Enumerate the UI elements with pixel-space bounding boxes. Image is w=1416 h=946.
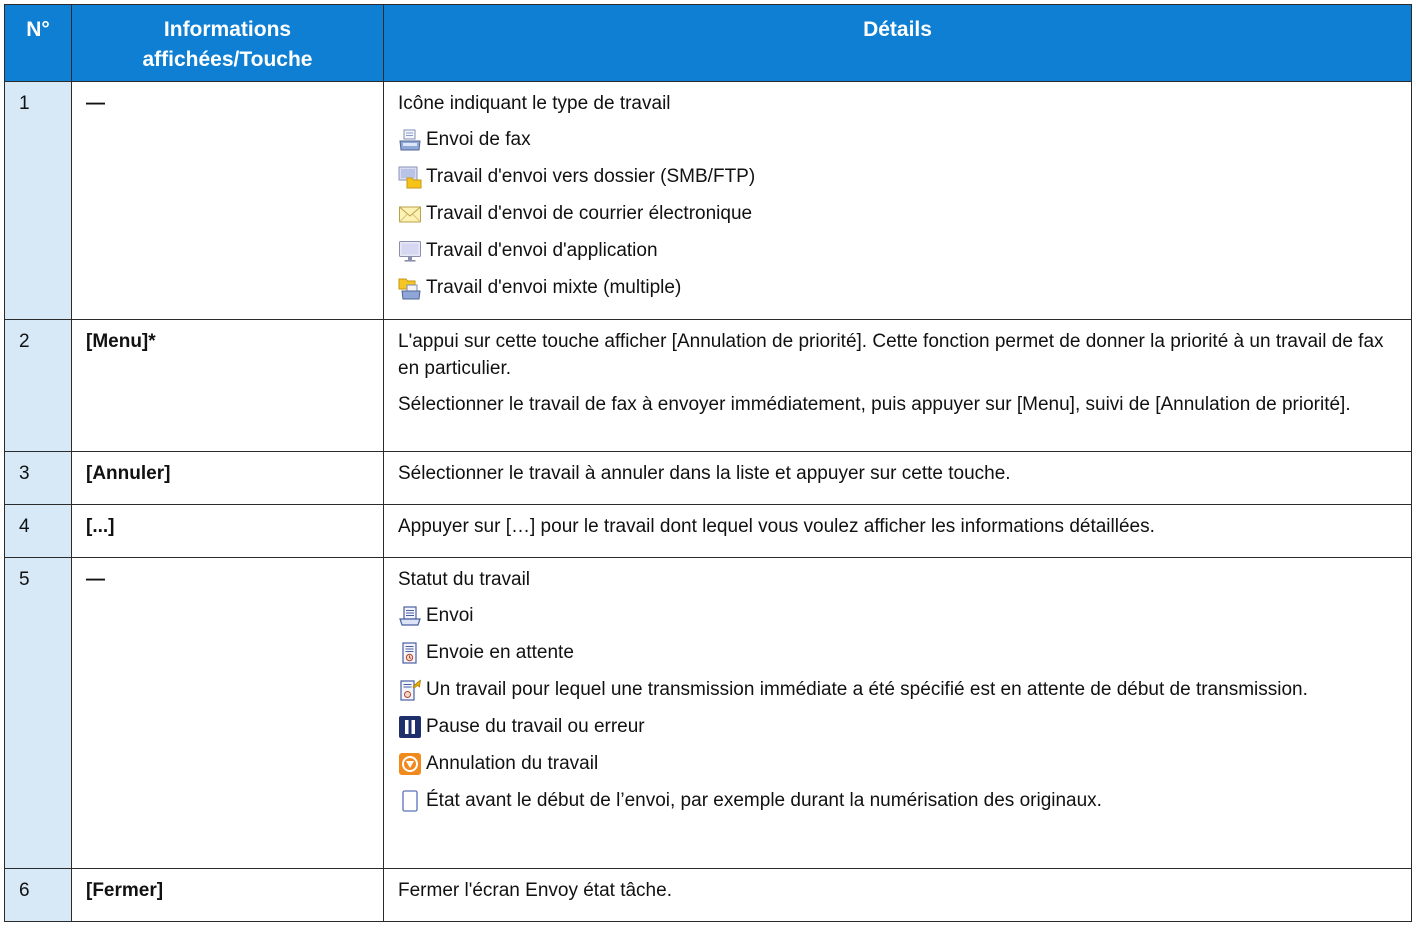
icon-legend-item: Travail d'envoi mixte (multiple) [398, 274, 1401, 301]
row-key: [Annuler] [71, 451, 384, 505]
icon-legend-item: Envoi de fax [398, 126, 1401, 153]
row-key: — [71, 81, 384, 320]
row-details: L'appui sur cette touche afficher [Annul… [383, 319, 1412, 452]
detail-text: L'appui sur cette touche afficher [Annul… [398, 331, 1384, 379]
icon-legend-label: Envoi de fax [426, 129, 531, 150]
application-monitor-icon [398, 239, 422, 263]
row-number: 3 [4, 451, 72, 505]
header-details: Détails [383, 4, 1412, 82]
icon-legend-label: Travail d'envoi d'application [426, 240, 658, 261]
icon-legend-item: Travail d'envoi d'application [398, 237, 1401, 264]
row-key: [...] [71, 504, 384, 558]
table-row: 2 [Menu]* L'appui sur cette touche affic… [4, 319, 1412, 452]
icon-legend-item: Annulation du travail [398, 750, 1401, 777]
row-number: 4 [4, 504, 72, 558]
detail-text: Icône indiquant le type de travail [398, 93, 671, 114]
detail-text: Sélectionner le travail à annuler dans l… [398, 463, 1011, 484]
table-row: 1 — Icône indiquant le type de travail En… [4, 81, 1412, 320]
fax-job-icon [398, 128, 422, 152]
table-row: 4 [...] Appuyer sur […] pour le travail … [4, 504, 1412, 558]
job-status-table: N° Informations affichées/Touche Détails… [4, 4, 1412, 922]
folder-send-icon [398, 165, 422, 189]
waiting-document-icon [398, 641, 422, 665]
detail-text: Appuyer sur […] pour le travail dont leq… [398, 516, 1155, 537]
row-key: [Fermer] [71, 868, 384, 922]
icon-legend-item: Travail d'envoi vers dossier (SMB/FTP) [398, 163, 1401, 190]
detail-text: Sélectionner le travail de fax à envoyer… [398, 394, 1351, 415]
icon-legend-label: Travail d'envoi mixte (multiple) [426, 277, 682, 298]
table-row: 3 [Annuler] Sélectionner le travail à an… [4, 451, 1412, 505]
table-row: 6 [Fermer] Fermer l'écran Envoy état tâc… [4, 868, 1412, 922]
detail-text: Fermer l'écran Envoy état tâche. [398, 880, 672, 901]
icon-legend-label: Annulation du travail [426, 753, 599, 774]
blank-page-icon [398, 789, 422, 813]
row-key: — [71, 557, 384, 869]
row-number: 2 [4, 319, 72, 452]
mixed-send-icon [398, 276, 422, 300]
header-number: N° [4, 4, 72, 82]
sending-tray-icon [398, 604, 422, 628]
icon-legend-item: Pause du travail ou erreur [398, 713, 1401, 740]
row-number: 6 [4, 868, 72, 922]
icon-legend-label: Envoi [426, 605, 474, 626]
row-details: Statut du travail Envoi Envoie en attente U… [383, 557, 1412, 869]
icon-legend-label: Travail d'envoi vers dossier (SMB/FTP) [426, 166, 756, 187]
row-details: Icône indiquant le type de travail Envoi … [383, 81, 1412, 320]
icon-legend-label: Travail d'envoi de courrier électronique [426, 203, 753, 224]
icon-legend-item: Envoie en attente [398, 639, 1401, 666]
pause-icon [398, 715, 422, 739]
row-details: Fermer l'écran Envoy état tâche. [383, 868, 1412, 922]
icon-legend-item: État avant le début de l’envoi, par exem… [398, 787, 1401, 814]
header-row: N° Informations affichées/Touche Détails [4, 4, 1412, 82]
icon-legend-label: État avant le début de l’envoi, par exem… [426, 790, 1102, 811]
icon-legend-item: Un travail pour lequel une transmission … [398, 676, 1401, 703]
row-details: Appuyer sur […] pour le travail dont leq… [383, 504, 1412, 558]
row-number: 1 [4, 81, 72, 320]
detail-text: Statut du travail [398, 569, 531, 590]
row-key: [Menu]* [71, 319, 384, 452]
immediate-waiting-icon [398, 678, 422, 702]
icon-legend-label: Pause du travail ou erreur [426, 716, 645, 737]
header-info: Informations affichées/Touche [71, 4, 384, 82]
row-details: Sélectionner le travail à annuler dans l… [383, 451, 1412, 505]
table-row: 5 — Statut du travail Envoi Envoie en atte… [4, 557, 1412, 869]
icon-legend-label: Un travail pour lequel une transmission … [426, 679, 1308, 700]
icon-legend-label: Envoie en attente [426, 642, 574, 663]
icon-legend-item: Travail d'envoi de courrier électronique [398, 200, 1401, 227]
row-number: 5 [4, 557, 72, 869]
cancel-job-icon [398, 752, 422, 776]
icon-legend-item: Envoi [398, 602, 1401, 629]
email-envelope-icon [398, 202, 422, 226]
